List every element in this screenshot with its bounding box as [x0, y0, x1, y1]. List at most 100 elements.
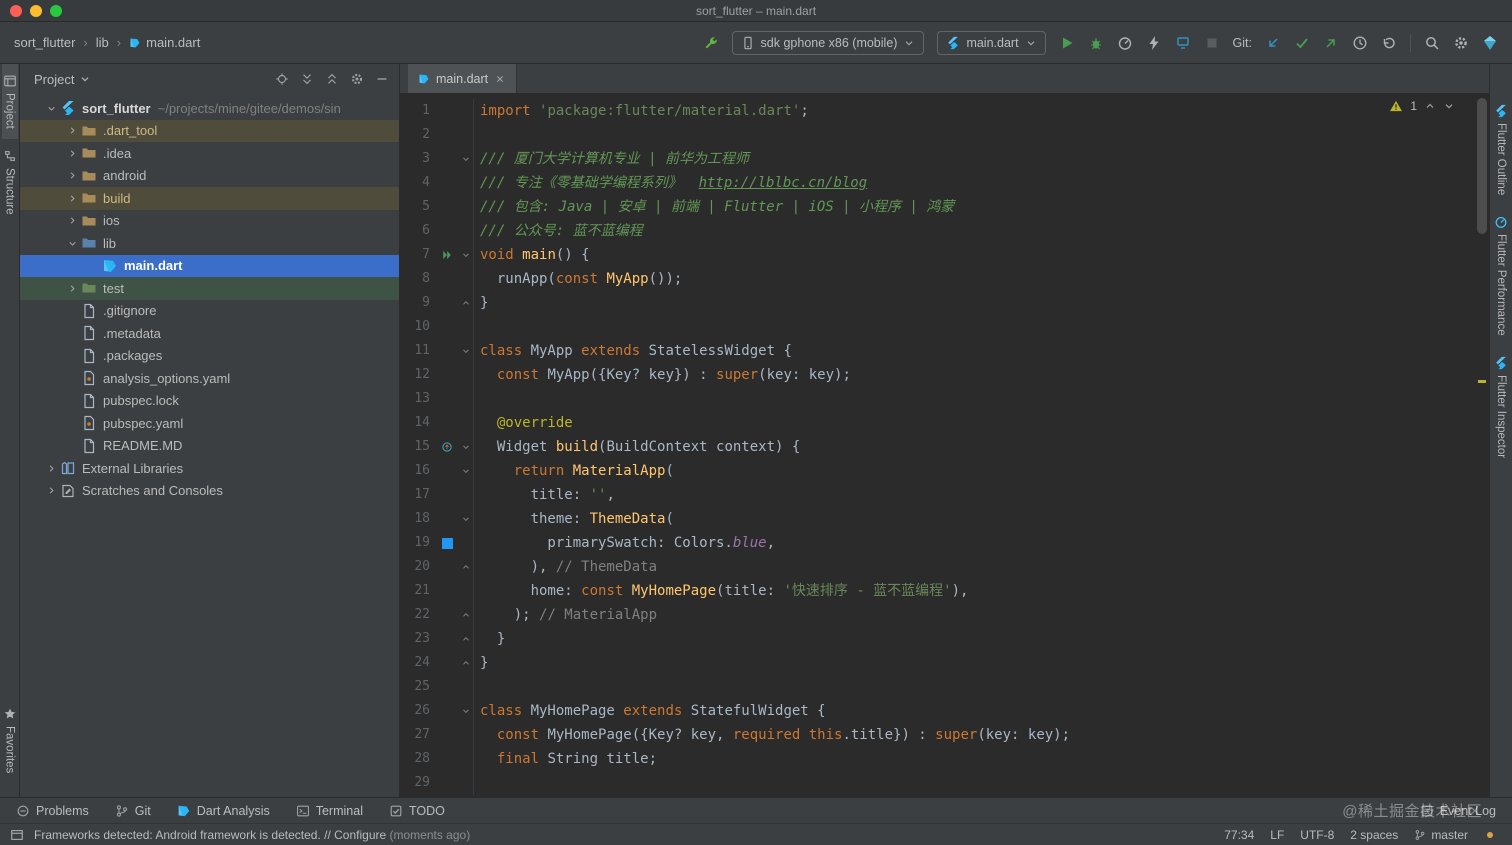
- code-text[interactable]: title: '',: [474, 483, 615, 507]
- tool-tab-flutter-outline[interactable]: Flutter Outline: [1493, 94, 1509, 205]
- line-number[interactable]: 24: [400, 651, 436, 675]
- line-number[interactable]: 5: [400, 195, 436, 219]
- search-everywhere-button[interactable]: [1424, 35, 1440, 51]
- tree-item-gitignore[interactable]: .gitignore: [20, 300, 399, 323]
- breadcrumb-item-main-dart[interactable]: main.dart: [129, 35, 200, 50]
- tool-button-problems[interactable]: Problems: [16, 804, 89, 818]
- tree-item-android[interactable]: android: [20, 165, 399, 188]
- code-text[interactable]: runApp(const MyApp());: [474, 267, 682, 291]
- code-text[interactable]: const MyHomePage({Key? key, required thi…: [474, 723, 1070, 747]
- code-text[interactable]: }: [474, 651, 488, 675]
- line-number[interactable]: 22: [400, 603, 436, 627]
- git-rollback-button[interactable]: [1381, 35, 1397, 51]
- tree-item-metadata[interactable]: .metadata: [20, 322, 399, 345]
- tool-button-git[interactable]: Git: [115, 804, 151, 818]
- flutter-attach-button[interactable]: [703, 35, 719, 51]
- tree-item-build[interactable]: build: [20, 187, 399, 210]
- tool-tab-structure[interactable]: Structure: [2, 139, 18, 225]
- chevron-right-icon[interactable]: [63, 193, 81, 204]
- line-number[interactable]: 6: [400, 219, 436, 243]
- code-text[interactable]: final String title;: [474, 747, 657, 771]
- code-text[interactable]: ), // ThemeData: [474, 555, 657, 579]
- code-text[interactable]: /// 公众号: 蓝不蓝编程: [474, 219, 643, 243]
- line-number[interactable]: 7: [400, 243, 436, 267]
- locate-file-button[interactable]: [275, 72, 289, 86]
- line-number[interactable]: 17: [400, 483, 436, 507]
- fold-down-icon[interactable]: [458, 435, 474, 459]
- fold-down-icon[interactable]: [458, 699, 474, 723]
- file-encoding[interactable]: UTF-8: [1300, 828, 1334, 842]
- chevron-down-icon[interactable]: [42, 103, 60, 114]
- code-text[interactable]: theme: ThemeData(: [474, 507, 674, 531]
- line-number[interactable]: 20: [400, 555, 436, 579]
- code-text[interactable]: void main() {: [474, 243, 590, 267]
- plugin-profile-button[interactable]: [1482, 35, 1498, 51]
- fold-up-icon[interactable]: [458, 555, 474, 579]
- tree-item-test[interactable]: test: [20, 277, 399, 300]
- inspections-level[interactable]: [1484, 829, 1496, 841]
- editor[interactable]: 1 import 'package:flutter/material.dart';…: [400, 94, 1489, 797]
- toolwindow-toggle-icon[interactable]: [10, 828, 24, 842]
- line-number[interactable]: 14: [400, 411, 436, 435]
- tree-item-analysis-options-yaml[interactable]: analysis_options.yaml: [20, 367, 399, 390]
- editor-tab-main-dart[interactable]: main.dart: [408, 64, 518, 93]
- chevron-right-icon[interactable]: [63, 125, 81, 136]
- tree-item-scratches-and-consoles[interactable]: Scratches and Consoles: [20, 480, 399, 503]
- line-number[interactable]: 2: [400, 123, 436, 147]
- code-text[interactable]: [474, 675, 480, 699]
- indent-style[interactable]: 2 spaces: [1350, 828, 1398, 842]
- line-number[interactable]: 15: [400, 435, 436, 459]
- line-number[interactable]: 18: [400, 507, 436, 531]
- hide-panel-button[interactable]: [375, 72, 389, 86]
- code-text[interactable]: [474, 771, 480, 795]
- line-number[interactable]: 25: [400, 675, 436, 699]
- line-number[interactable]: 9: [400, 291, 436, 315]
- chevron-right-icon[interactable]: [63, 170, 81, 181]
- tree-item-dart-tool[interactable]: .dart_tool: [20, 119, 399, 142]
- tool-tab-project[interactable]: Project: [1, 64, 18, 139]
- color-preview-swatch[interactable]: [441, 537, 453, 549]
- run-config-selector[interactable]: main.dart: [937, 30, 1046, 55]
- breadcrumb-item-lib[interactable]: lib: [96, 35, 109, 50]
- line-number[interactable]: 12: [400, 363, 436, 387]
- fold-down-icon[interactable]: [458, 459, 474, 483]
- close-window-button[interactable]: [10, 5, 22, 17]
- prev-problem-button[interactable]: [1424, 100, 1436, 112]
- git-push-button[interactable]: [1323, 35, 1339, 51]
- fold-up-icon[interactable]: [458, 627, 474, 651]
- tree-item-sort-flutter[interactable]: sort_flutter ~/projects/mine/gitee/demos/…: [20, 97, 399, 120]
- line-number[interactable]: 23: [400, 627, 436, 651]
- next-problem-button[interactable]: [1443, 100, 1455, 112]
- fold-down-icon[interactable]: [458, 243, 474, 267]
- tree-item-packages[interactable]: .packages: [20, 345, 399, 368]
- code-text[interactable]: import 'package:flutter/material.dart';: [474, 99, 809, 123]
- line-number[interactable]: 29: [400, 771, 436, 795]
- tool-button-todo[interactable]: TODO: [389, 804, 445, 818]
- chevron-right-icon[interactable]: [63, 283, 81, 294]
- run-button[interactable]: [1059, 35, 1075, 51]
- chevron-right-icon[interactable]: [42, 463, 60, 474]
- zoom-window-button[interactable]: [50, 5, 62, 17]
- tree-item-idea[interactable]: .idea: [20, 142, 399, 165]
- chevron-right-icon[interactable]: [63, 215, 81, 226]
- chevron-down-icon[interactable]: [63, 238, 81, 249]
- tree-item-readme-md[interactable]: README.MD: [20, 435, 399, 458]
- line-number[interactable]: 10: [400, 315, 436, 339]
- code-text[interactable]: @override: [474, 411, 573, 435]
- code-text[interactable]: ); // MaterialApp: [474, 603, 657, 627]
- caret-position[interactable]: 77:34: [1224, 828, 1254, 842]
- attach-debugger-button[interactable]: [1146, 35, 1162, 51]
- chevron-right-icon[interactable]: [42, 485, 60, 496]
- fold-up-icon[interactable]: [458, 603, 474, 627]
- code-text[interactable]: class MyHomePage extends StatefulWidget …: [474, 699, 826, 723]
- close-tab-button[interactable]: [494, 73, 506, 85]
- line-number[interactable]: 1: [400, 99, 436, 123]
- status-action-link[interactable]: Configure: [334, 828, 386, 842]
- editor-scrollbar[interactable]: [1477, 98, 1487, 234]
- code-text[interactable]: [474, 315, 480, 339]
- line-number[interactable]: 27: [400, 723, 436, 747]
- collapse-all-button[interactable]: [325, 72, 339, 86]
- fold-down-icon[interactable]: [458, 507, 474, 531]
- tree-item-pubspec-lock[interactable]: pubspec.lock: [20, 390, 399, 413]
- debug-button[interactable]: [1088, 35, 1104, 51]
